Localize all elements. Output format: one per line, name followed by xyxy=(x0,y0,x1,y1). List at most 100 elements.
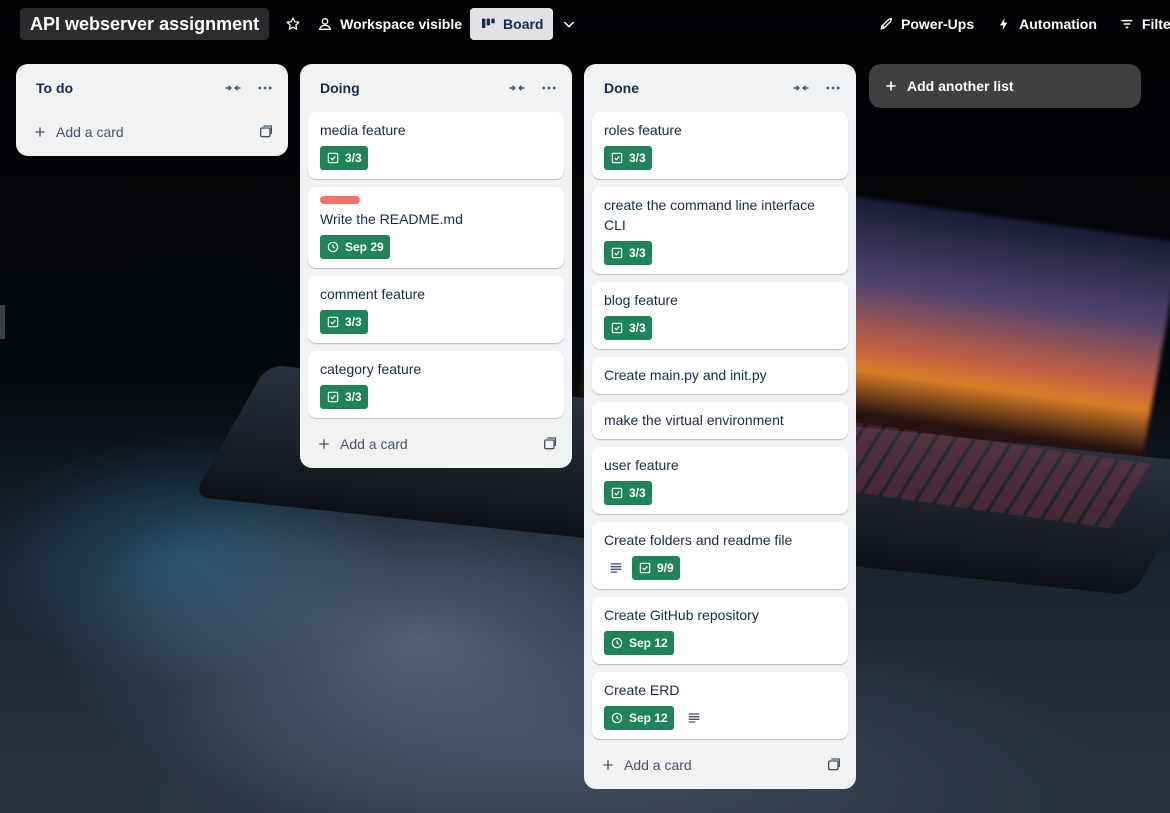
clock-icon xyxy=(327,241,339,253)
board-icon xyxy=(482,18,495,28)
card-comment-feature[interactable]: comment feature 3/3 xyxy=(308,276,564,343)
checklist-icon xyxy=(611,247,623,259)
star-button[interactable] xyxy=(277,8,309,40)
checklist-icon xyxy=(611,487,623,499)
sidebar-edge xyxy=(0,305,5,339)
checklist-badge: 3/3 xyxy=(604,316,652,340)
card-title: create the command line interface CLI xyxy=(604,197,815,233)
people-icon xyxy=(318,18,332,30)
clock-icon xyxy=(611,637,623,649)
more-options-icon[interactable] xyxy=(824,79,842,97)
checklist-icon xyxy=(327,152,339,164)
list-done: Done roles feature 3/3 create the comman… xyxy=(584,64,856,789)
views-dropdown-button[interactable] xyxy=(553,8,585,40)
powerups-button[interactable]: Power-Ups xyxy=(870,8,982,40)
card-title: comment feature xyxy=(320,286,426,302)
card-title: Create GitHub repository xyxy=(604,607,759,623)
card-create-main[interactable]: Create main.py and init.py xyxy=(592,357,848,394)
clock-icon xyxy=(611,712,623,724)
checklist-badge: 9/9 xyxy=(632,556,680,580)
automation-button[interactable]: Automation xyxy=(988,8,1105,40)
more-options-icon[interactable] xyxy=(540,79,558,97)
card-title: roles feature xyxy=(604,122,682,138)
description-icon xyxy=(688,713,700,723)
card-folders-readme[interactable]: Create folders and readme file 9/9 xyxy=(592,522,848,589)
list-title[interactable]: To do xyxy=(36,80,73,96)
lightning-icon xyxy=(1000,18,1008,30)
plus-icon xyxy=(603,760,613,770)
card-virtual-env[interactable]: make the virtual environment xyxy=(592,402,848,439)
list-doing: Doing media feature 3/3 Write the README… xyxy=(300,64,572,468)
checklist-count: 3/3 xyxy=(629,151,646,165)
card-blog-feature[interactable]: blog feature 3/3 xyxy=(592,282,848,349)
card-title: user feature xyxy=(604,457,679,473)
plus-icon xyxy=(35,127,45,137)
list-header: Done xyxy=(584,64,856,112)
card-cli[interactable]: create the command line interface CLI 3/… xyxy=(592,187,848,274)
card-write-readme[interactable]: Write the README.md Sep 29 xyxy=(308,187,564,268)
card-create-erd[interactable]: Create ERD Sep 12 xyxy=(592,672,848,739)
due-date: Sep 12 xyxy=(629,636,668,650)
plus-icon xyxy=(319,439,329,449)
add-card-button[interactable]: Add a card xyxy=(32,124,124,140)
board-view-label: Board xyxy=(503,16,544,32)
checklist-count: 3/3 xyxy=(629,486,646,500)
add-card-button[interactable]: Add a card xyxy=(316,436,408,452)
description-icon xyxy=(610,563,622,573)
collapse-list-icon[interactable] xyxy=(792,79,810,97)
card-roles-feature[interactable]: roles feature 3/3 xyxy=(592,112,848,179)
checklist-icon xyxy=(611,152,623,164)
card-title: Create ERD xyxy=(604,682,680,698)
checklist-count: 3/3 xyxy=(345,315,362,329)
list-title[interactable]: Done xyxy=(604,80,639,96)
add-card-row: Add a card xyxy=(584,745,856,785)
checklist-badge: 3/3 xyxy=(604,241,652,265)
collapse-list-icon[interactable] xyxy=(224,79,242,97)
card-github-repo[interactable]: Create GitHub repository Sep 12 xyxy=(592,597,848,664)
list-header: Doing xyxy=(300,64,572,112)
workspace-visibility-label: Workspace visible xyxy=(340,16,463,32)
rocket-icon xyxy=(880,17,893,30)
card-user-feature[interactable]: user feature 3/3 xyxy=(592,447,848,514)
add-card-label: Add a card xyxy=(340,436,408,452)
add-card-row: Add a card xyxy=(16,112,288,152)
plus-icon xyxy=(886,81,896,91)
more-options-icon[interactable] xyxy=(256,79,274,97)
list-header: To do xyxy=(16,64,288,112)
automation-label: Automation xyxy=(1019,16,1097,32)
card-list: media feature 3/3 Write the README.md Se… xyxy=(300,112,572,418)
checklist-icon xyxy=(327,316,339,328)
due-date-badge[interactable]: Sep 12 xyxy=(604,631,674,655)
workspace-visibility-button[interactable]: Workspace visible xyxy=(309,8,470,40)
due-date-badge[interactable]: Sep 12 xyxy=(604,706,674,730)
due-date-badge[interactable]: Sep 29 xyxy=(320,235,390,259)
card-title: category feature xyxy=(320,361,422,377)
add-card-label: Add a card xyxy=(624,757,692,773)
list-title[interactable]: Doing xyxy=(320,80,360,96)
card-template-icon[interactable] xyxy=(258,124,274,140)
card-template-icon[interactable] xyxy=(826,757,842,773)
card-title: Create folders and readme file xyxy=(604,532,793,548)
card-category-feature[interactable]: category feature 3/3 xyxy=(308,351,564,418)
checklist-badge: 3/3 xyxy=(320,310,368,334)
board-title[interactable]: API webserver assignment xyxy=(20,8,270,40)
checklist-badge: 3/3 xyxy=(320,146,368,170)
card-template-icon[interactable] xyxy=(542,436,558,452)
card-label-red[interactable] xyxy=(320,196,360,204)
checklist-count: 3/3 xyxy=(345,390,362,404)
checklist-badge: 3/3 xyxy=(320,385,368,409)
due-date: Sep 12 xyxy=(629,711,668,725)
card-media-feature[interactable]: media feature 3/3 xyxy=(308,112,564,179)
add-card-label: Add a card xyxy=(56,124,124,140)
list-to-do: To do Add a card xyxy=(16,64,288,156)
add-card-button[interactable]: Add a card xyxy=(600,757,692,773)
add-another-list-button[interactable]: Add another list xyxy=(869,64,1141,108)
board-view-button[interactable]: Board xyxy=(470,8,554,40)
card-title: Write the README.md xyxy=(320,211,463,227)
checklist-count: 3/3 xyxy=(345,151,362,165)
checklist-icon xyxy=(611,322,623,334)
filter-button[interactable]: Filte xyxy=(1111,8,1170,40)
card-list: roles feature 3/3 create the command lin… xyxy=(584,112,856,739)
card-title: blog feature xyxy=(604,292,678,308)
collapse-list-icon[interactable] xyxy=(508,79,526,97)
